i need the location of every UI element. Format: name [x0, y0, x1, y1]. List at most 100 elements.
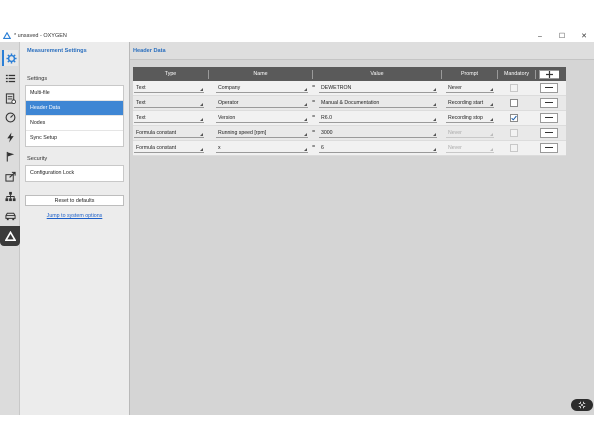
resize-corner-icon	[304, 102, 307, 106]
dropdown-corner-icon	[200, 117, 203, 121]
mandatory-checkbox	[510, 128, 518, 137]
rail-checklist-button[interactable]	[2, 90, 18, 106]
value-input[interactable]: Manual & Documentation	[319, 99, 437, 108]
dropdown-corner-icon	[200, 102, 203, 106]
rail-system-button[interactable]	[2, 188, 18, 204]
minus-icon	[545, 116, 553, 119]
minimize-button[interactable]: –	[536, 33, 544, 40]
nav-item-sync-setup[interactable]: Sync Setup	[26, 131, 123, 146]
oxygen-app-icon	[3, 32, 11, 39]
minus-icon	[545, 131, 553, 134]
resize-corner-icon	[304, 147, 307, 151]
remove-row-button[interactable]	[540, 82, 558, 93]
settings-section-label: Settings	[27, 76, 48, 82]
dropdown-corner-icon	[490, 132, 493, 136]
collapse-icon	[578, 401, 586, 409]
type-select[interactable]: Text	[134, 84, 204, 93]
resize-corner-icon	[304, 132, 307, 136]
name-value: x	[218, 144, 221, 151]
remove-row-button[interactable]	[540, 127, 558, 138]
equals-sign: =	[312, 143, 316, 150]
prompt-value: Never	[448, 129, 462, 136]
resize-corner-icon	[304, 87, 307, 91]
nav-item-configuration-lock[interactable]: Configuration Lock	[26, 166, 123, 181]
value-input[interactable]: DEWETRON	[319, 84, 437, 93]
resize-corner-icon	[433, 147, 436, 151]
prompt-select[interactable]: Recording stop	[446, 114, 494, 123]
rail-export-button[interactable]	[2, 168, 18, 184]
jump-to-system-options-link[interactable]: Jump to system options	[20, 213, 129, 219]
column-header-prompt: Prompt	[442, 69, 498, 79]
prompt-value: Never	[448, 84, 462, 91]
rail-channel-list-button[interactable]	[2, 70, 18, 86]
type-select[interactable]: Text	[134, 114, 204, 123]
remove-row-button[interactable]	[540, 97, 558, 108]
checklist-icon	[5, 92, 16, 104]
prompt-value: Recording stop	[448, 114, 483, 121]
value-text: 3000	[321, 129, 333, 136]
gauge-icon	[5, 112, 15, 122]
value-input[interactable]: 6	[319, 144, 437, 153]
dropdown-corner-icon	[200, 87, 203, 91]
nav-item-nodes[interactable]: Nodes	[26, 116, 123, 131]
remove-row-button[interactable]	[540, 112, 558, 123]
nav-item-header-data[interactable]: Header Data	[26, 101, 123, 116]
resize-corner-icon	[433, 117, 436, 121]
rail-settings-button[interactable]	[2, 50, 18, 66]
mandatory-checkbox[interactable]	[510, 98, 518, 107]
list-icon	[5, 74, 15, 82]
close-button[interactable]: ✕	[580, 32, 588, 40]
name-input[interactable]: Operator	[216, 99, 308, 108]
resize-corner-icon	[433, 102, 436, 106]
title-bar: * unsaved - OXYGEN – ☐ ✕	[0, 30, 594, 42]
page-title: Header Data	[130, 42, 594, 60]
type-select[interactable]: Text	[134, 99, 204, 108]
mandatory-checkbox[interactable]	[510, 113, 518, 122]
column-header-type: Type	[133, 69, 209, 79]
rail-gauge-button[interactable]	[2, 109, 18, 125]
value-input[interactable]: R6.0	[319, 114, 437, 123]
name-input[interactable]: x	[216, 144, 308, 153]
mandatory-checkbox	[510, 83, 518, 92]
dropdown-corner-icon	[490, 87, 493, 91]
prompt-value: Recording start	[448, 99, 484, 106]
reset-to-defaults-button[interactable]: Reset to defaults	[25, 195, 124, 206]
security-section-label: Security	[27, 156, 48, 162]
prompt-select[interactable]: Recording start	[446, 99, 494, 108]
value-input[interactable]: 3000	[319, 129, 437, 138]
dropdown-corner-icon	[200, 147, 203, 151]
name-input[interactable]: Version	[216, 114, 308, 123]
dropdown-corner-icon	[490, 147, 493, 151]
dropdown-corner-icon	[490, 117, 493, 121]
rail-events-button[interactable]	[2, 148, 18, 164]
value-text: R6.0	[321, 114, 332, 121]
mandatory-checkbox	[510, 143, 518, 152]
add-row-button[interactable]	[539, 69, 559, 79]
type-value: Text	[136, 84, 146, 91]
equals-sign: =	[312, 83, 316, 90]
security-list: Configuration Lock	[25, 165, 124, 182]
maximize-button[interactable]: ☐	[558, 32, 566, 40]
nav-panel-title: Measurement Settings	[27, 48, 87, 54]
network-icon	[4, 191, 16, 201]
rail-math-button[interactable]	[2, 129, 18, 145]
rail-dewetron-button[interactable]	[0, 226, 20, 246]
resize-corner-icon	[433, 87, 436, 91]
prompt-select: Never	[446, 129, 494, 138]
type-select[interactable]: Formula constant	[134, 129, 204, 138]
name-input[interactable]: Company	[216, 84, 308, 93]
type-value: Text	[136, 114, 146, 121]
rail-vehicle-button[interactable]	[2, 208, 18, 224]
table-row: Formula constant x = 6 Never	[133, 141, 566, 156]
remove-row-button[interactable]	[540, 142, 558, 153]
prompt-select[interactable]: Never	[446, 84, 494, 93]
fullscreen-toggle-button[interactable]	[571, 399, 593, 411]
type-select[interactable]: Formula constant	[134, 144, 204, 153]
name-input[interactable]: Running speed [rpm]	[216, 129, 308, 138]
plus-icon	[546, 70, 553, 78]
lightning-icon	[6, 131, 14, 143]
dewetron-logo-icon	[4, 230, 16, 241]
nav-item-multi-file[interactable]: Multi-file	[26, 86, 123, 101]
name-value: Company	[218, 84, 241, 91]
column-header-name: Name	[209, 69, 313, 79]
